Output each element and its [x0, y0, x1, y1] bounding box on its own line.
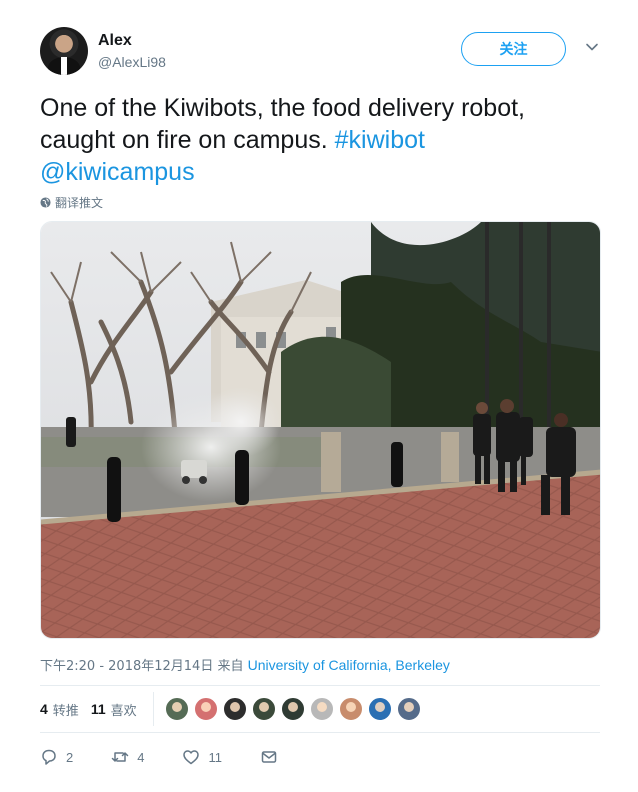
avatar[interactable]	[40, 27, 88, 75]
user-handle[interactable]: @AlexLi98	[98, 54, 166, 70]
divider	[40, 732, 600, 733]
retweet-button[interactable]: 4	[111, 748, 144, 766]
translate-tweet-link[interactable]: 翻译推文	[40, 193, 103, 211]
from-label: 来自	[213, 659, 248, 674]
likes-label: 喜欢	[110, 703, 137, 719]
retweet-count: 4	[137, 749, 145, 765]
like-count: 11	[208, 749, 222, 765]
liker-avatar[interactable]	[337, 696, 364, 722]
like-button[interactable]: 11	[182, 748, 222, 766]
timestamp[interactable]: 下午2:20 - 2018年12月14日	[40, 659, 213, 674]
liker-avatar[interactable]	[308, 696, 335, 722]
retweets-count: 4	[40, 701, 48, 717]
tweet-stats: 4 转推 11 喜欢	[40, 686, 600, 732]
tweet-meta: 下午2:20 - 2018年12月14日 来自 University of Ca…	[40, 655, 450, 674]
chevron-down-icon[interactable]	[584, 39, 600, 55]
liker-avatar[interactable]	[366, 696, 393, 722]
liker-avatar[interactable]	[192, 696, 219, 722]
globe-icon	[40, 196, 51, 208]
retweet-icon	[111, 752, 129, 762]
mention-link[interactable]: @kiwicampus	[40, 158, 195, 186]
tweet-header: Alex @AlexLi98 关注	[40, 27, 610, 77]
likers-avatars	[163, 696, 425, 722]
tweet-body: One of the Kiwibots, the food delivery r…	[40, 94, 525, 154]
envelope-icon	[261, 751, 277, 763]
retweets-stat[interactable]: 4 转推	[40, 700, 79, 719]
liker-avatar[interactable]	[163, 696, 190, 722]
reply-count: 2	[66, 749, 74, 765]
tweet-photo[interactable]	[40, 221, 601, 639]
reply-icon	[42, 749, 56, 765]
hashtag-link[interactable]: #kiwibot	[335, 126, 425, 154]
liker-avatar[interactable]	[279, 696, 306, 722]
follow-button[interactable]: 关注	[461, 32, 566, 66]
heart-icon	[183, 750, 200, 765]
likes-count: 11	[90, 701, 106, 717]
divider	[152, 692, 154, 726]
user-name[interactable]: Alex	[98, 32, 132, 50]
direct-message-button[interactable]	[260, 748, 286, 766]
tweet-actions: 2 4 11	[40, 745, 600, 769]
translate-label: 翻译推文	[55, 195, 104, 210]
tweet-card: Alex @AlexLi98 关注 One of the Kiwibots, t…	[0, 0, 638, 792]
location-link[interactable]: University of California, Berkeley	[248, 657, 450, 673]
liker-avatar[interactable]	[395, 696, 422, 722]
liker-avatar[interactable]	[221, 696, 248, 722]
reply-button[interactable]: 2	[40, 748, 73, 766]
tweet-text: One of the Kiwibots, the food delivery r…	[40, 92, 600, 188]
retweets-label: 转推	[52, 703, 79, 719]
campus-fire-photo	[41, 222, 600, 638]
likes-stat[interactable]: 11 喜欢	[91, 700, 137, 719]
liker-avatar[interactable]	[250, 696, 277, 722]
